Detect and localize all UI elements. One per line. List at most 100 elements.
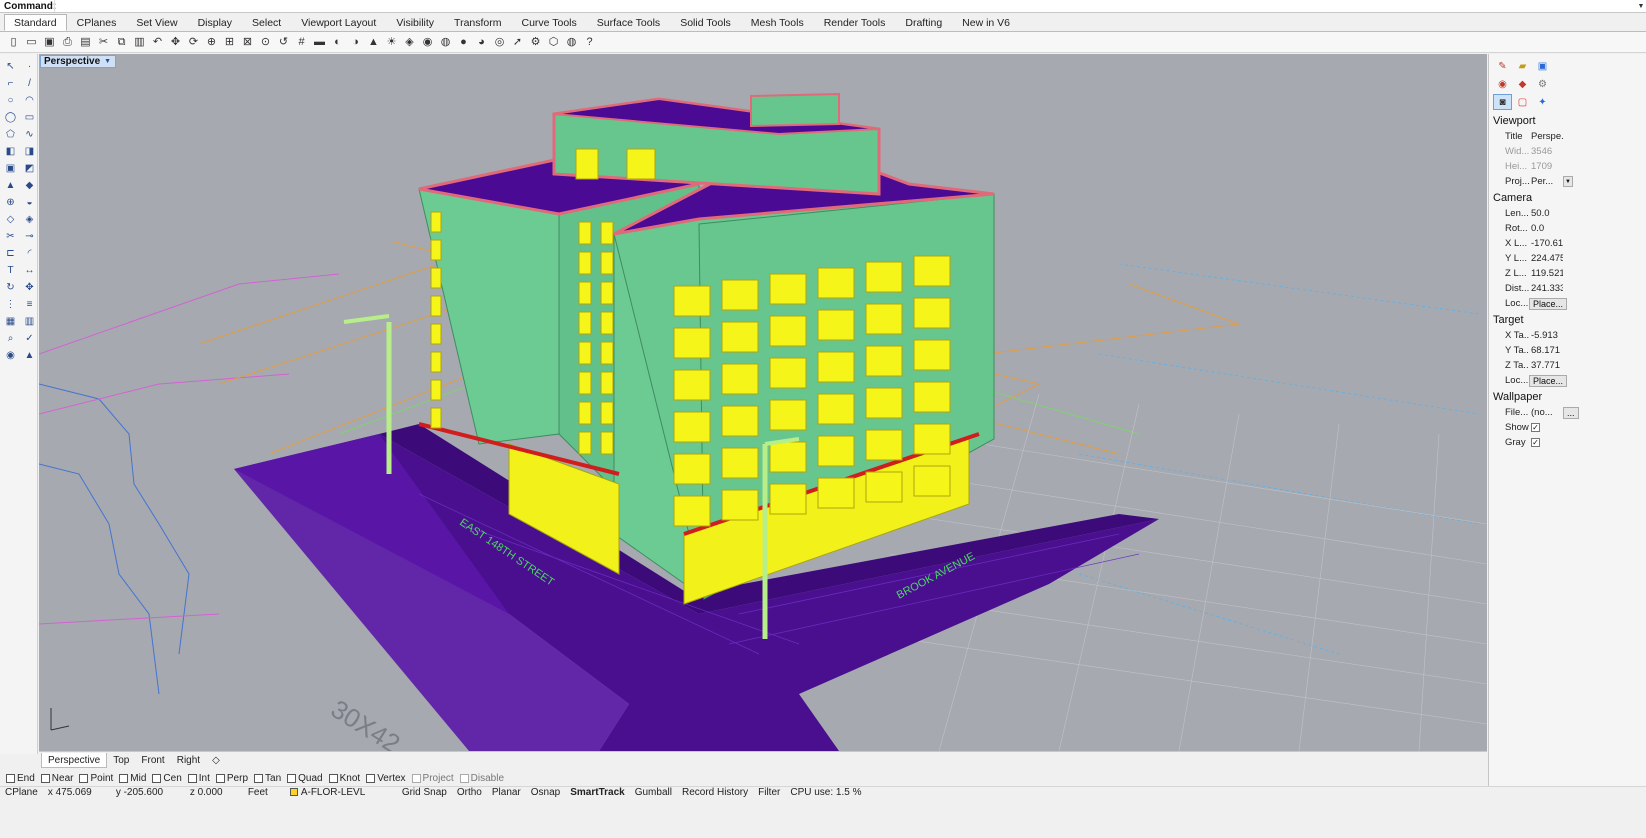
filter-toggle[interactable]: Filter [753,787,785,798]
zoom-extents-icon[interactable]: ⊠ [239,34,256,51]
osnap-checkbox[interactable] [254,773,264,783]
y-target-value[interactable]: 68.171 [1529,345,1563,356]
viewport-menu-icon[interactable]: ▼ [104,56,111,67]
osnap-disable[interactable]: Disable [459,773,504,784]
render-tab-icon[interactable]: ◆ [1513,76,1532,92]
tab-cplanes[interactable]: CPlanes [67,14,127,31]
layer-icon[interactable]: ◈ [401,34,418,51]
lens-value[interactable]: 50.0 [1529,208,1563,219]
trim-icon[interactable]: ✂ [2,228,19,245]
boolean-icon[interactable]: ⊕ [2,194,19,211]
osnap-project[interactable]: Project [411,773,454,784]
tab-surface-tools[interactable]: Surface Tools [587,14,670,31]
osnap-checkbox[interactable] [411,773,421,783]
viewport-tab-right[interactable]: Right [171,753,206,768]
wallpaper-gray-checkbox[interactable]: ✓ [1531,438,1540,447]
undo-view-icon[interactable]: ↺ [275,34,292,51]
lock-icon[interactable]: ▲ [365,34,382,51]
osnap-near[interactable]: Near [40,773,73,784]
zoom-window-icon[interactable]: ⊞ [221,34,238,51]
osnap-checkbox[interactable] [366,773,376,783]
car-icon[interactable]: ▬ [311,34,328,51]
display-tab-icon[interactable]: ▣ [1533,58,1552,74]
sphere-icon[interactable]: ◕ [473,34,490,51]
mesh-icon[interactable]: ◇ [2,211,19,228]
cut-icon[interactable]: ✂ [95,34,112,51]
viewport-tab-icon[interactable]: ▢ [1513,94,1532,110]
tab-standard[interactable]: Standard [4,14,67,31]
osnap-checkbox[interactable] [459,773,469,783]
new-file-icon[interactable]: ▯ [5,34,22,51]
tab-solid-tools[interactable]: Solid Tools [670,14,741,31]
extrude-icon[interactable]: ▲ [2,177,19,194]
ellipse-icon[interactable]: ◯ [2,109,19,126]
render-icon[interactable]: ● [455,34,472,51]
settings-tab-icon[interactable]: ⚙ [1533,76,1552,92]
fillet-icon[interactable]: ◒ [21,194,38,211]
block-icon[interactable]: ▦ [2,313,19,330]
help-icon[interactable]: ? [581,34,598,51]
render-object-icon[interactable]: ◉ [2,347,19,364]
lock-object-icon[interactable]: ▲ [21,347,38,364]
tab-curve-tools[interactable]: Curve Tools [512,14,587,31]
model-scene[interactable]: EAST 148TH STREET BROOK AVENUE 30X42 [39,54,1487,751]
group-icon[interactable]: ▥ [21,313,38,330]
copy-icon[interactable]: ⧉ [113,34,130,51]
zoom-icon[interactable]: ⊕ [203,34,220,51]
osnap-checkbox[interactable] [79,773,89,783]
print-icon[interactable]: ⎙ [59,34,76,51]
offset-icon[interactable]: ⊏ [2,245,19,262]
array-icon[interactable]: ⋮ [2,296,19,313]
wallpaper-browse-button[interactable]: ... [1563,406,1579,419]
osnap-checkbox[interactable] [287,773,297,783]
command-input[interactable] [54,0,1636,12]
viewport-title[interactable]: Perspective ▼ [40,55,117,68]
web-icon[interactable]: ◍ [563,34,580,51]
z-location-value[interactable]: 119.521 [1529,268,1563,279]
osnap-checkbox[interactable] [215,773,225,783]
properties-icon[interactable]: ◉ [419,34,436,51]
gumball-toggle[interactable]: Gumball [630,787,677,798]
line-icon[interactable]: / [21,75,38,92]
globe-icon[interactable]: ◎ [491,34,508,51]
hide-icon[interactable]: ◐ [329,34,346,51]
pan-icon[interactable]: ✥ [167,34,184,51]
solid-edit-icon[interactable]: ◩ [21,160,38,177]
loft-icon[interactable]: ◆ [21,177,38,194]
grid-icon[interactable]: # [293,34,310,51]
paint-icon[interactable]: ◈ [21,211,38,228]
osnap-vertex[interactable]: Vertex [366,773,406,784]
place-camera-button[interactable]: Place... [1529,297,1568,310]
planar-toggle[interactable]: Planar [487,787,526,798]
y-location-value[interactable]: 224.475 [1529,253,1563,264]
color-icon[interactable]: ◍ [437,34,454,51]
osnap-checkbox[interactable] [328,773,338,783]
materials-tab-icon[interactable]: ◉ [1493,76,1512,92]
z-target-value[interactable]: 37.771 [1529,360,1563,371]
osnap-checkbox[interactable] [6,773,15,783]
osnap-knot[interactable]: Knot [328,773,360,784]
solid-box-icon[interactable]: ▣ [2,160,19,177]
cplane-label[interactable]: CPlane [0,787,43,798]
x-location-value[interactable]: -170.618 [1529,238,1563,249]
osnap-toggle[interactable]: Osnap [526,787,565,798]
wallpaper-file-value[interactable]: (no... [1529,407,1563,418]
viewport-tab-perspective[interactable]: Perspective [41,752,108,768]
sun-tab-icon[interactable]: ✦ [1533,94,1552,110]
perspective-viewport[interactable]: EAST 148TH STREET BROOK AVENUE 30X42 Per… [39,54,1487,751]
osnap-checkbox[interactable] [152,773,162,783]
osnap-quad[interactable]: Quad [287,773,323,784]
tab-mesh-tools[interactable]: Mesh Tools [741,14,814,31]
split-icon[interactable]: ⊸ [21,228,38,245]
x-target-value[interactable]: -5.913 [1529,330,1563,341]
tab-set-view[interactable]: Set View [126,14,187,31]
command-history-dropdown-icon[interactable]: ▼ [1636,3,1646,10]
tab-visibility[interactable]: Visibility [386,14,444,31]
osnap-mid[interactable]: Mid [119,773,146,784]
camera-tab-icon[interactable]: ◙ [1493,94,1512,110]
viewport-tab-front[interactable]: Front [135,753,170,768]
tab-render-tools[interactable]: Render Tools [814,14,896,31]
smarttrack-toggle[interactable]: SmartTrack [565,787,629,798]
tab-viewport-layout[interactable]: Viewport Layout [291,14,386,31]
undo-icon[interactable]: ↶ [149,34,166,51]
